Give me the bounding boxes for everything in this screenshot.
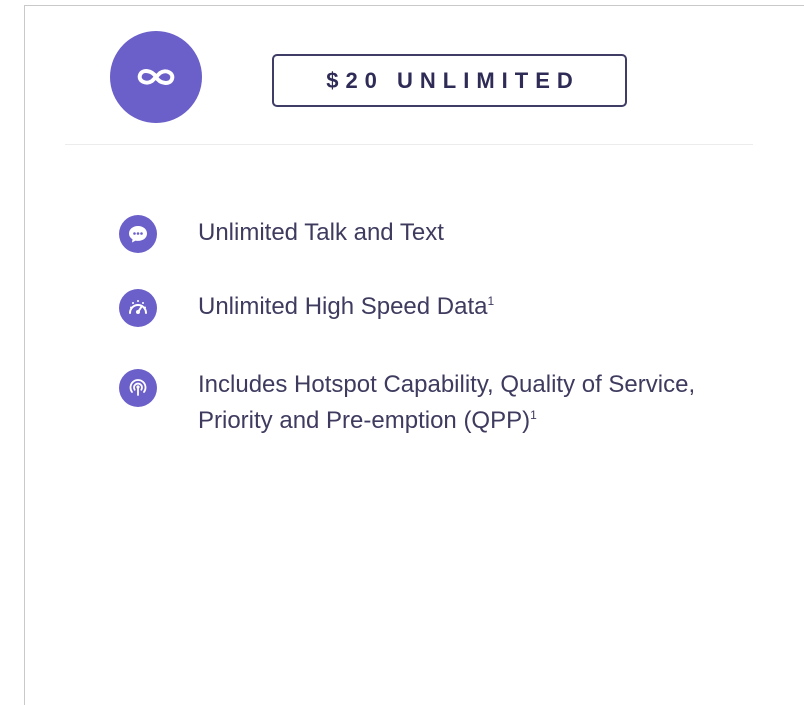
plan-name: $20 UNLIMITED	[326, 67, 580, 93]
feature-label: Unlimited Talk and Text	[198, 219, 444, 246]
feature-item-talk-text: Unlimited Talk and Text	[119, 215, 444, 253]
feature-text: Includes Hotspot Capability, Quality of …	[198, 367, 695, 439]
footnote-marker: 1	[530, 408, 537, 422]
feature-item-hotspot-qpp: Includes Hotspot Capability, Quality of …	[119, 367, 695, 439]
divider	[65, 144, 753, 145]
speedometer-icon	[119, 289, 157, 327]
feature-text: Unlimited Talk and Text	[198, 215, 444, 251]
footnote-marker: 1	[487, 294, 495, 308]
chat-bubble-icon	[119, 215, 157, 253]
feature-item-high-speed-data: Unlimited High Speed Data1	[119, 289, 494, 327]
feature-label-continued: Priority and Pre-emption (QPP)	[198, 407, 531, 434]
feature-text: Unlimited High Speed Data1	[198, 289, 494, 325]
hotspot-icon	[119, 369, 157, 407]
feature-label: Unlimited High Speed Data	[198, 293, 488, 320]
feature-label: Includes Hotspot Capability, Quality of …	[198, 371, 696, 398]
plan-name-badge: $20 UNLIMITED	[272, 54, 627, 107]
plan-logo	[110, 31, 202, 123]
plan-card: $20 UNLIMITED Unlimited Talk and Text Un…	[24, 5, 804, 705]
infinity-icon	[137, 69, 175, 85]
